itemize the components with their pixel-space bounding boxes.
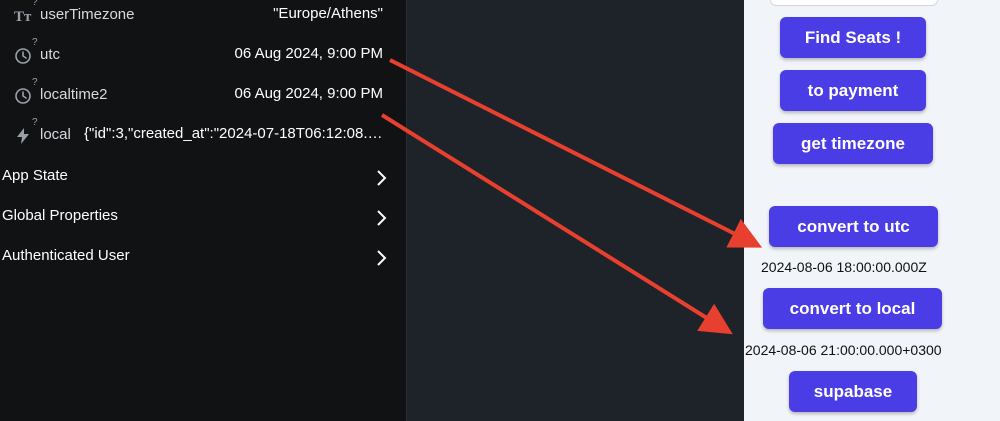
variables-panel: Tт ? userTimezone "Europe/Athens" ? utc …	[0, 0, 407, 421]
section-global-properties[interactable]: Global Properties	[0, 198, 407, 238]
variable-name: localtime2	[40, 86, 108, 103]
top-card	[770, 0, 938, 6]
chevron-right-icon	[377, 250, 387, 266]
variable-row-localtime2[interactable]: ? localtime2 06 Aug 2024, 9:00 PM	[0, 77, 407, 117]
supabase-button[interactable]: supabase	[789, 371, 917, 412]
variable-name: userTimezone	[40, 6, 135, 23]
convert-to-local-button[interactable]: convert to local	[763, 288, 942, 329]
section-label: Authenticated User	[2, 247, 130, 264]
bolt-icon	[14, 127, 34, 147]
clock-icon	[14, 87, 34, 107]
variable-name: utc	[40, 46, 61, 63]
variable-value: "Europe/Athens"	[273, 5, 383, 22]
help-marker: ?	[32, 37, 38, 48]
to-payment-button[interactable]: to payment	[780, 70, 926, 111]
section-app-state[interactable]: App State	[0, 158, 407, 198]
section-label: App State	[2, 167, 68, 184]
help-marker: ?	[32, 77, 38, 88]
convert-to-utc-button[interactable]: convert to utc	[769, 206, 938, 247]
text-type-icon: Tт	[14, 9, 32, 25]
help-marker: ?	[32, 117, 38, 128]
variable-value: {"id":3,"created_at":"2024-07-18T06:12:0…	[84, 125, 383, 142]
variable-row-utc[interactable]: ? utc 06 Aug 2024, 9:00 PM	[0, 37, 407, 77]
canvas-background	[408, 0, 744, 421]
variable-row-local[interactable]: ? local {"id":3,"created_at":"2024-07-18…	[0, 117, 407, 157]
utc-result-text: 2024-08-06 18:00:00.000Z	[761, 259, 927, 275]
section-label: Global Properties	[2, 207, 118, 224]
section-authenticated-user[interactable]: Authenticated User	[0, 238, 407, 278]
variable-value: 06 Aug 2024, 9:00 PM	[234, 85, 383, 102]
clock-icon	[14, 47, 34, 67]
variable-value: 06 Aug 2024, 9:00 PM	[234, 45, 383, 62]
local-result-text: 2024-08-06 21:00:00.000+0300	[745, 342, 942, 358]
help-marker: ?	[32, 0, 38, 8]
find-seats-button[interactable]: Find Seats !	[780, 17, 926, 58]
variable-row-userTimezone[interactable]: Tт ? userTimezone "Europe/Athens"	[0, 0, 407, 37]
chevron-right-icon	[377, 170, 387, 186]
variable-name: local	[40, 126, 71, 143]
get-timezone-button[interactable]: get timezone	[773, 123, 933, 164]
chevron-right-icon	[377, 210, 387, 226]
